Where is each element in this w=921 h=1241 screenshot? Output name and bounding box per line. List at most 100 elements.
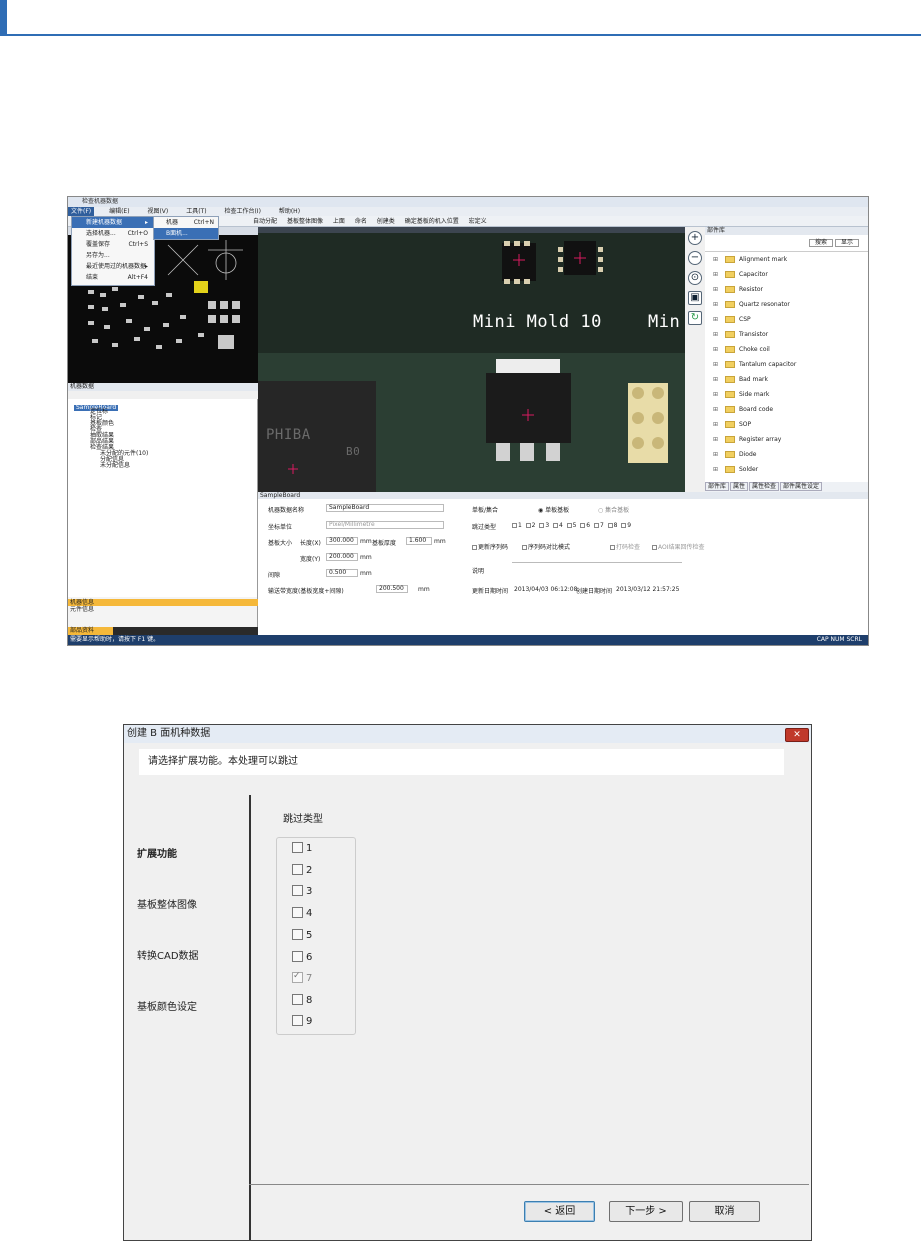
skip-check-9[interactable]: 9 bbox=[621, 522, 631, 529]
library-item[interactable]: ⊞ Capacitor bbox=[705, 267, 868, 282]
skip-check-6[interactable]: 6 bbox=[580, 522, 590, 529]
menu-item-save[interactable]: 覆盖保存 Ctrl+S bbox=[72, 239, 154, 250]
menu-file[interactable]: 文件(F) bbox=[68, 207, 95, 216]
toolbar-create-class[interactable]: 创建类 bbox=[377, 218, 395, 225]
menu-view[interactable]: 视图(V) bbox=[144, 207, 171, 216]
toolbar-auto-assign[interactable]: 自动分配 bbox=[253, 218, 277, 225]
width-label: 宽度(Y) bbox=[300, 556, 321, 563]
library-item[interactable]: ⊞ Register array bbox=[705, 432, 868, 447]
skip-check-7[interactable]: 7 bbox=[593, 522, 604, 529]
header-accent-mark bbox=[0, 0, 7, 36]
single-multi-label: 单板/集合 bbox=[472, 507, 499, 514]
skip-option-6[interactable]: 6 bbox=[292, 950, 312, 965]
update-serial-checkbox[interactable]: 更新序列码 bbox=[472, 542, 508, 551]
aoi-check-checkbox[interactable]: AOI结果回传检查 bbox=[652, 542, 705, 551]
library-item[interactable]: ⊞ Bad mark bbox=[705, 372, 868, 387]
board-image-view[interactable]: Mini Mold 10 Min PHIBA B0 bbox=[258, 227, 685, 492]
tab-properties[interactable]: 属性 bbox=[730, 482, 749, 491]
library-item[interactable]: ⊞ Alignment mark bbox=[705, 252, 868, 267]
skip-option-1[interactable]: 1 bbox=[292, 841, 312, 856]
library-search-button[interactable]: 搜索 bbox=[809, 239, 833, 247]
tab-library[interactable]: 部件库 bbox=[705, 482, 730, 491]
single-board-radio[interactable]: ◉ 单板基板 bbox=[538, 505, 569, 514]
conveyor-width-value: 200.500 bbox=[376, 585, 408, 593]
submenu-item-machine[interactable]: 机器 Ctrl+N bbox=[154, 217, 218, 228]
mark-check-checkbox[interactable]: 打码检查 bbox=[610, 542, 640, 551]
toolbar-top-side[interactable]: 上面 bbox=[333, 218, 345, 225]
checkbox bbox=[292, 993, 303, 1005]
width-field[interactable]: 200.000 bbox=[326, 553, 358, 561]
multi-board-radio[interactable]: ○ 集合基板 bbox=[598, 505, 629, 514]
menu-item-new[interactable]: 新建机器数据 ▸ bbox=[72, 217, 154, 228]
skip-option-8[interactable]: 8 bbox=[292, 993, 312, 1008]
submenu-item-b-side[interactable]: B面机... bbox=[154, 228, 218, 239]
skip-check-1[interactable]: 1 bbox=[512, 522, 522, 529]
bottom-tab[interactable]: 部品资料 bbox=[68, 627, 113, 635]
skip-check-2[interactable]: 2 bbox=[525, 522, 535, 529]
library-item[interactable]: ⊞ Board code bbox=[705, 402, 868, 417]
menu-item-open[interactable]: 选择机器... Ctrl+O bbox=[72, 228, 154, 239]
refresh-icon[interactable]: ↻ bbox=[688, 311, 702, 325]
toolbar-board-position[interactable]: 确定基板的机入位置 bbox=[405, 218, 459, 225]
tab-part-settings[interactable]: 部件属性设定 bbox=[780, 482, 823, 491]
length-field[interactable]: 300.000 bbox=[326, 537, 358, 545]
menu-tools[interactable]: 工具(T) bbox=[183, 207, 209, 216]
library-item[interactable]: ⊞ Choke coil bbox=[705, 342, 868, 357]
skip-option-4[interactable]: 4 bbox=[292, 906, 312, 921]
info-panel-machine[interactable]: 机器信息 bbox=[68, 599, 258, 606]
skip-check-5[interactable]: 5 bbox=[566, 522, 576, 529]
machine-name-field[interactable]: SampleBoard bbox=[326, 504, 444, 512]
tree-item-unassign-info[interactable]: 未分配信息 bbox=[100, 463, 130, 469]
library-item[interactable]: ⊞ Quartz resonator bbox=[705, 297, 868, 312]
library-item[interactable]: ⊞ Transistor bbox=[705, 327, 868, 342]
menu-help[interactable]: 帮助(H) bbox=[276, 207, 303, 216]
thickness-field[interactable]: 1.600 bbox=[406, 537, 432, 545]
fit-board-icon[interactable]: ▣ bbox=[688, 291, 702, 305]
cancel-button[interactable]: 取消 bbox=[689, 1201, 760, 1222]
next-button[interactable]: 下一步 > bbox=[609, 1201, 683, 1222]
unit-select[interactable]: Pixel/Millimetre bbox=[326, 521, 444, 529]
statusbar-hint: 需要显示帮助时，请按下 F1 键。 bbox=[70, 636, 160, 643]
library-item[interactable]: ⊞ Side mark bbox=[705, 387, 868, 402]
skip-option-2[interactable]: 2 bbox=[292, 863, 312, 878]
serial-compare-checkbox[interactable]: 序列码对比模式 bbox=[522, 542, 570, 551]
expand-icon: ⊞ bbox=[713, 436, 719, 443]
skip-option-9[interactable]: 9 bbox=[292, 1014, 312, 1029]
skip-option-5[interactable]: 5 bbox=[292, 928, 312, 943]
menu-edit[interactable]: 编辑(E) bbox=[106, 207, 132, 216]
library-item[interactable]: ⊞ SOP bbox=[705, 417, 868, 432]
zoom-in-icon[interactable]: + bbox=[688, 231, 702, 245]
zoom-fit-icon[interactable]: ⊙ bbox=[688, 271, 702, 285]
skip-option-3[interactable]: 3 bbox=[292, 884, 312, 899]
updated-label: 更新日期时间 bbox=[472, 588, 509, 595]
back-button[interactable]: < 返回 bbox=[524, 1201, 595, 1222]
folder-icon bbox=[725, 271, 735, 278]
library-item[interactable]: ⊞ Resistor bbox=[705, 282, 868, 297]
zoom-out-icon[interactable]: − bbox=[688, 251, 702, 265]
menu-item-save-as[interactable]: 另存为... bbox=[72, 250, 154, 261]
menu-item-exit[interactable]: 结束 Alt+F4 bbox=[72, 272, 154, 283]
library-item[interactable]: ⊞ Solder bbox=[705, 462, 868, 477]
skip-check-4[interactable]: 4 bbox=[552, 522, 563, 529]
close-icon[interactable]: ✕ bbox=[785, 728, 809, 742]
library-item[interactable]: ⊞ CSP bbox=[705, 312, 868, 327]
folder-icon bbox=[725, 466, 735, 473]
description-field[interactable] bbox=[512, 562, 682, 563]
info-panel-parts[interactable]: 元件信息 bbox=[68, 606, 258, 613]
gap-field[interactable]: 0.500 bbox=[326, 569, 358, 577]
menu-inspect[interactable]: 检查工作台(I) bbox=[221, 207, 263, 216]
library-item[interactable]: ⊞ Diode bbox=[705, 447, 868, 462]
library-display-button[interactable]: 显示 bbox=[835, 239, 859, 247]
toolbar-board-image[interactable]: 基板整体图像 bbox=[287, 218, 323, 225]
checkbox bbox=[292, 928, 303, 940]
unit-label: 坐标单位 bbox=[268, 524, 293, 531]
expand-icon: ⊞ bbox=[713, 376, 719, 383]
skip-check-3[interactable]: 3 bbox=[539, 522, 549, 529]
folder-icon bbox=[725, 421, 735, 428]
toolbar-macro[interactable]: 宏定义 bbox=[469, 218, 487, 225]
tab-property-check[interactable]: 属性检查 bbox=[749, 482, 780, 491]
menu-item-recent[interactable]: 最近使用过的机器数据 ▸ bbox=[72, 261, 154, 272]
skip-check-8[interactable]: 8 bbox=[607, 522, 617, 529]
toolbar-naming[interactable]: 命名 bbox=[355, 218, 367, 225]
library-item[interactable]: ⊞ Tantalum capacitor bbox=[705, 357, 868, 372]
